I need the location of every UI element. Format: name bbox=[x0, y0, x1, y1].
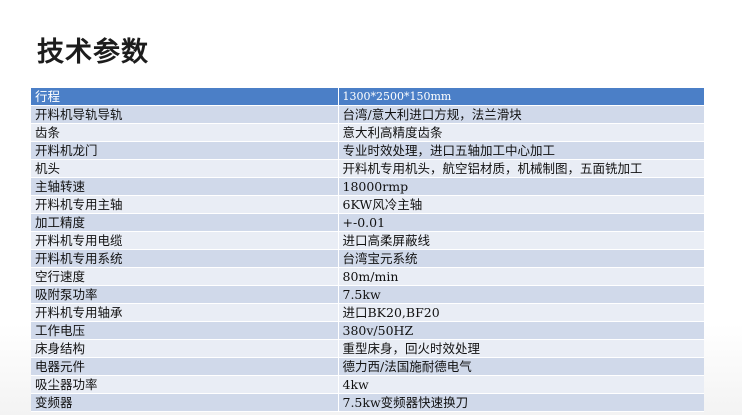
spec-value: 380v/50HZ bbox=[338, 321, 704, 340]
spec-name: 主轴转速 bbox=[31, 177, 339, 196]
spec-row: 吸尘器功率 4kw bbox=[31, 375, 704, 394]
spec-name: 齿条 bbox=[31, 123, 339, 142]
spec-row-header: 行程 1300*2500*150mm bbox=[31, 88, 704, 106]
slide-page: 技术参数 行程 1300*2500*150mm 开料机导轨导轨 台湾/意大利进口… bbox=[0, 0, 742, 415]
spec-row: 机头 开料机专用机头，航空铝材质，机械制图，五面铣加工 bbox=[31, 159, 704, 178]
spec-row: 吸附泵功率 7.5kw bbox=[31, 285, 704, 304]
spec-value: 德力西/法国施耐德电气 bbox=[338, 357, 704, 376]
spec-row: 开料机专用电缆 进口高柔屏蔽线 bbox=[31, 231, 704, 250]
spec-name: 电器元件 bbox=[31, 357, 339, 376]
spec-value: +-0.01 bbox=[338, 213, 704, 232]
spec-row: 开料机导轨导轨 台湾/意大利进口方规，法兰滑块 bbox=[31, 105, 704, 124]
spec-table: 行程 1300*2500*150mm 开料机导轨导轨 台湾/意大利进口方规，法兰… bbox=[31, 88, 704, 412]
spec-value: 1300*2500*150mm bbox=[338, 88, 704, 106]
spec-name: 开料机导轨导轨 bbox=[31, 105, 339, 124]
spec-name: 床身结构 bbox=[31, 339, 339, 358]
spec-value: 意大利高精度齿条 bbox=[338, 123, 704, 142]
spec-row: 床身结构 重型床身，回火时效处理 bbox=[31, 339, 704, 358]
spec-name: 开料机龙门 bbox=[31, 141, 339, 160]
spec-row: 齿条 意大利高精度齿条 bbox=[31, 123, 704, 142]
spec-value: 进口BK20,BF20 bbox=[338, 303, 704, 322]
spec-value: 进口高柔屏蔽线 bbox=[338, 231, 704, 250]
spec-row: 开料机专用轴承 进口BK20,BF20 bbox=[31, 303, 704, 322]
spec-value: 6KW风冷主轴 bbox=[338, 195, 704, 214]
spec-row: 开料机专用系统 台湾宝元系统 bbox=[31, 249, 704, 268]
spec-name: 工作电压 bbox=[31, 321, 339, 340]
spec-value: 7.5kw变频器快速换刀 bbox=[338, 393, 704, 412]
spec-row: 工作电压 380v/50HZ bbox=[31, 321, 704, 340]
spec-name: 吸尘器功率 bbox=[31, 375, 339, 394]
spec-name: 开料机专用主轴 bbox=[31, 195, 339, 214]
spec-row: 电器元件 德力西/法国施耐德电气 bbox=[31, 357, 704, 376]
spec-row: 主轴转速 18000rmp bbox=[31, 177, 704, 196]
spec-name: 变频器 bbox=[31, 393, 339, 412]
spec-value: 重型床身，回火时效处理 bbox=[338, 339, 704, 358]
spec-value: 专业时效处理，进口五轴加工中心加工 bbox=[338, 141, 704, 160]
spec-row: 开料机龙门 专业时效处理，进口五轴加工中心加工 bbox=[31, 141, 704, 160]
spec-name: 吸附泵功率 bbox=[31, 285, 339, 304]
spec-row: 开料机专用主轴 6KW风冷主轴 bbox=[31, 195, 704, 214]
spec-value: 7.5kw bbox=[338, 285, 704, 304]
spec-row: 空行速度 80m/min bbox=[31, 267, 704, 286]
page-title: 技术参数 bbox=[37, 37, 149, 68]
spec-value: 4kw bbox=[338, 375, 704, 394]
spec-value: 开料机专用机头，航空铝材质，机械制图，五面铣加工 bbox=[338, 159, 704, 178]
spec-name: 加工精度 bbox=[31, 213, 339, 232]
spec-name: 空行速度 bbox=[31, 267, 339, 286]
spec-value: 台湾/意大利进口方规，法兰滑块 bbox=[338, 105, 704, 124]
spec-row: 加工精度 +-0.01 bbox=[31, 213, 704, 232]
spec-value: 80m/min bbox=[338, 267, 704, 286]
spec-name: 机头 bbox=[31, 159, 339, 178]
spec-name: 开料机专用电缆 bbox=[31, 231, 339, 250]
spec-name: 开料机专用系统 bbox=[31, 249, 339, 268]
spec-name: 开料机专用轴承 bbox=[31, 303, 339, 322]
spec-value: 台湾宝元系统 bbox=[338, 249, 704, 268]
spec-name: 行程 bbox=[31, 88, 339, 106]
spec-value: 18000rmp bbox=[338, 177, 704, 196]
spec-row: 变频器 7.5kw变频器快速换刀 bbox=[31, 393, 704, 412]
